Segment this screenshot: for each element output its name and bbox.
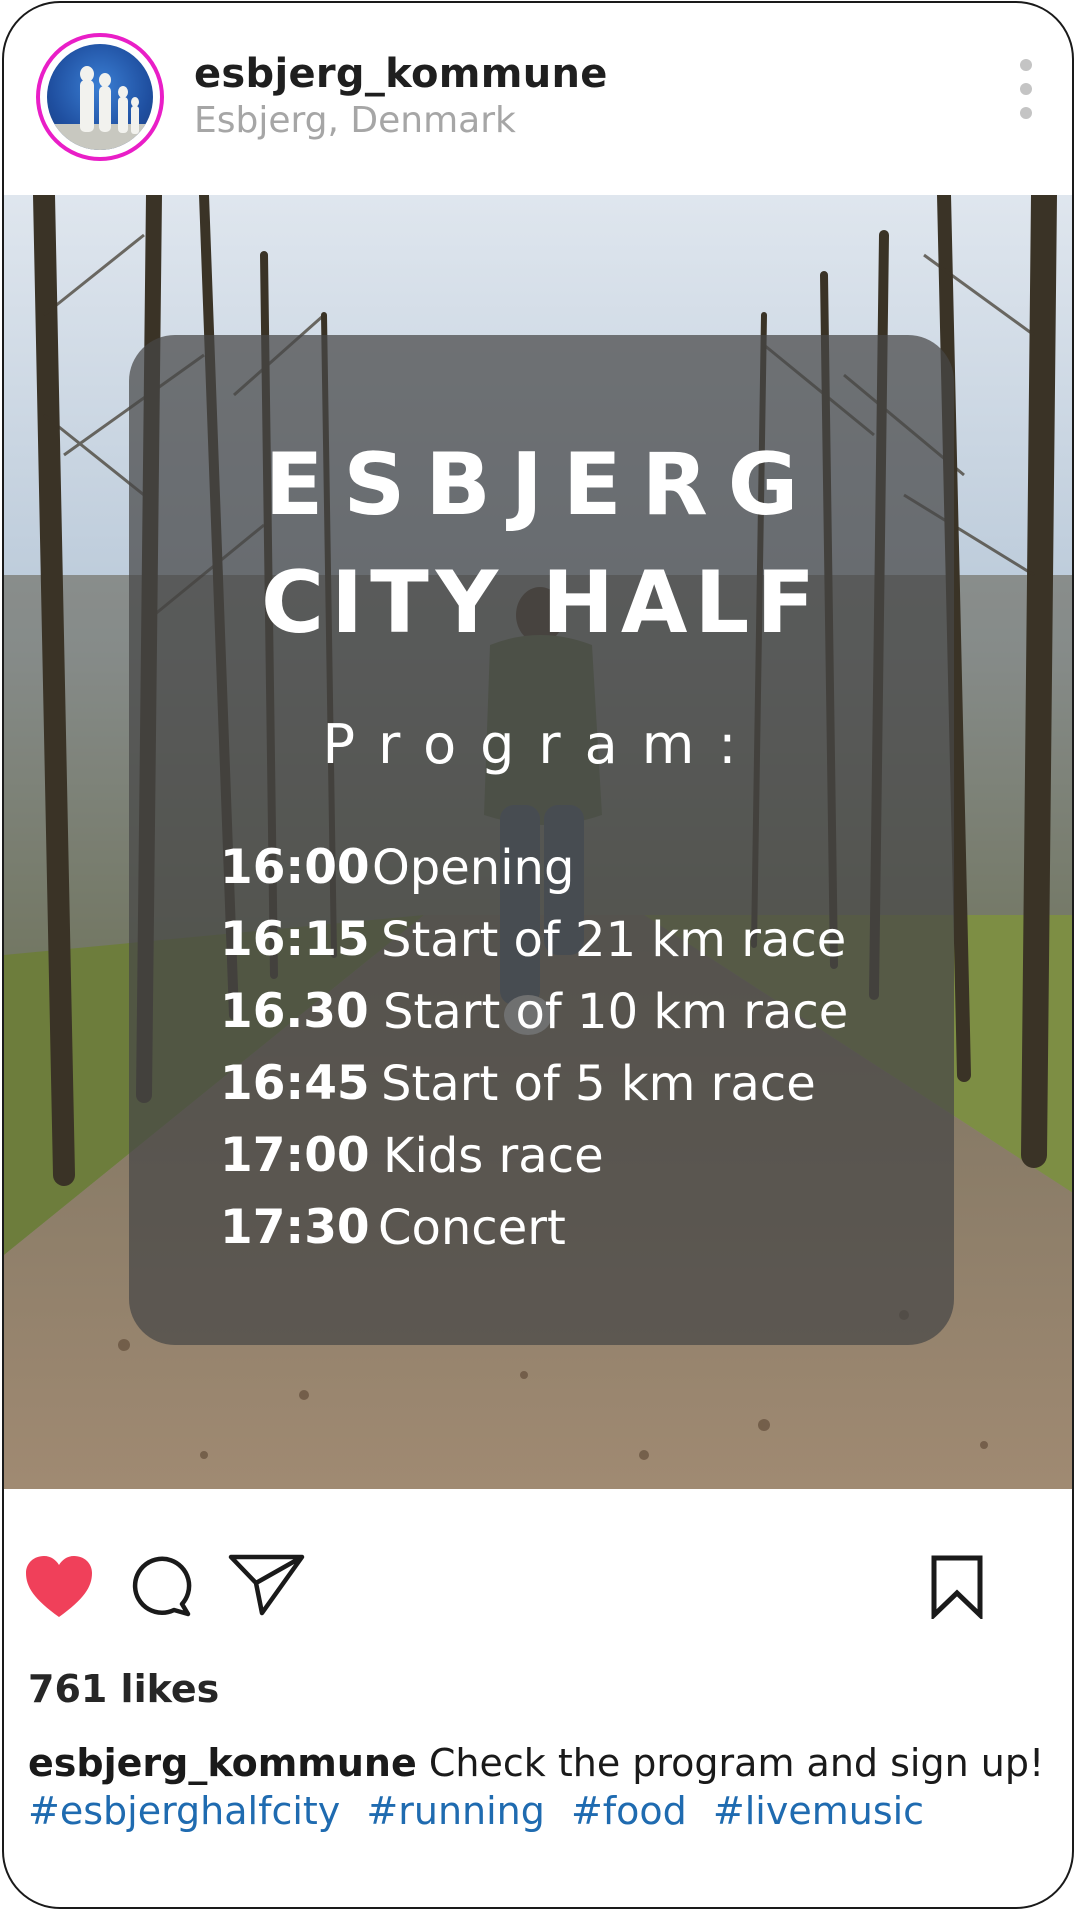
post-location[interactable]: Esbjerg, Denmark [194,100,516,141]
hashtag-link[interactable]: #livemusic [713,1789,924,1833]
caption-hashtags: #esbjerghalfcity #running #food #livemus… [28,1789,938,1833]
schedule-event: Concert [378,1200,566,1256]
hashtag-link[interactable]: #running [366,1789,544,1833]
hashtag-link[interactable]: #esbjerghalfcity [28,1789,340,1833]
hashtag-link[interactable]: #food [571,1789,687,1833]
post-username[interactable]: esbjerg_kommune [194,51,608,97]
more-options-icon[interactable] [1016,57,1036,121]
schedule-time: 16:15 [220,912,370,967]
heart-icon[interactable] [24,1555,94,1619]
program-heading: Program: [322,713,761,776]
share-icon[interactable] [228,1553,306,1617]
schedule-time: 16:45 [220,1056,370,1111]
schedule-time: 16:00 [220,840,370,895]
schedule-row: 17:00 Kids race [220,1128,940,1200]
comment-icon[interactable] [130,1555,192,1617]
likes-count[interactable]: 761 likes [28,1667,219,1711]
post-header: esbjerg_kommune Esbjerg, Denmark [4,3,1072,195]
avatar-image [47,44,153,150]
schedule-row: 17:30 Concert [220,1200,940,1272]
schedule-event: Start of 5 km race [381,1056,816,1112]
program-schedule: 16:00 Opening 16:15 Start of 21 km race … [220,840,940,1272]
event-title-line2: CITY HALF [260,553,823,653]
schedule-row: 16.30 Start of 10 km race [220,984,940,1056]
program-overlay: ESBJERG CITY HALF Program: 16:00 Opening… [129,335,954,1345]
event-title-line1: ESBJERG [264,435,819,535]
schedule-event: Start of 10 km race [383,984,849,1040]
post-action-bar [4,1489,1072,1689]
post-image[interactable]: ESBJERG CITY HALF Program: 16:00 Opening… [4,195,1072,1489]
caption-text: Check the program and sign up! [428,1741,1045,1785]
caption-username[interactable]: esbjerg_kommune [28,1741,417,1785]
schedule-time: 17:30 [220,1200,370,1255]
schedule-row: 16:00 Opening [220,840,940,912]
avatar-statues-graphic [47,66,153,150]
schedule-time: 16.30 [220,984,369,1039]
schedule-event: Start of 21 km race [381,912,847,968]
bookmark-icon[interactable] [930,1555,984,1619]
schedule-row: 16:15 Start of 21 km race [220,912,940,984]
post-caption: esbjerg_kommune Check the program and si… [28,1737,1048,1789]
schedule-event: Opening [372,840,575,896]
instagram-post-card: esbjerg_kommune Esbjerg, Denmark ESBJERG… [2,1,1074,1909]
schedule-event: Kids race [383,1128,604,1184]
avatar[interactable] [36,33,164,161]
schedule-time: 17:00 [220,1128,370,1183]
schedule-row: 16:45 Start of 5 km race [220,1056,940,1128]
